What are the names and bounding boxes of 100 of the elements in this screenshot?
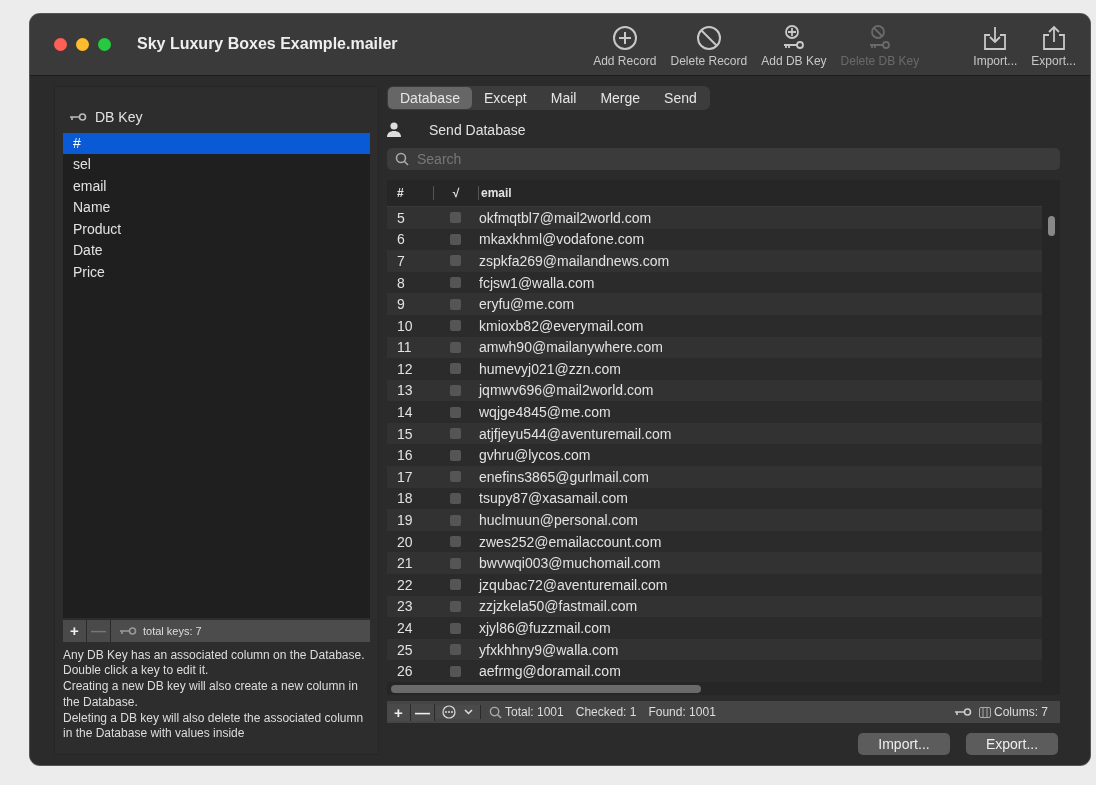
- checkbox[interactable]: [449, 341, 461, 353]
- key-list-item[interactable]: sel: [63, 154, 370, 176]
- toolbar-button[interactable]: Import...: [973, 24, 1018, 68]
- table-row[interactable]: 10 kmioxb82@everymail.com: [387, 314, 1042, 337]
- help-text: Creating a new DB key will also create a new column in the Database.: [63, 679, 359, 711]
- checkbox[interactable]: [449, 514, 461, 526]
- horizontal-scrollbar-thumb[interactable]: [391, 685, 701, 693]
- key-list-item[interactable]: Date: [63, 240, 370, 262]
- row-number: 24: [396, 620, 414, 636]
- table-row[interactable]: 23 zzjzkela50@fastmail.com: [387, 595, 1042, 618]
- toolbar-button[interactable]: Delete Record: [670, 24, 748, 68]
- table-row[interactable]: 8 fcjsw1@walla.com: [387, 271, 1042, 294]
- action-button[interactable]: Import...: [858, 733, 950, 755]
- row-number: 14: [396, 404, 414, 421]
- checkbox[interactable]: [449, 492, 461, 504]
- table-row[interactable]: 15 atjfjeyu544@aventuremail.com: [387, 422, 1042, 445]
- table-row[interactable]: 13 jqmwv696@mail2world.com: [387, 379, 1042, 402]
- zoom-button[interactable]: [98, 37, 111, 51]
- add-key-button[interactable]: +: [63, 619, 87, 642]
- help-text: Deleting a DB key will also delete the associated column in the Database with values inside: [63, 710, 365, 742]
- checkbox[interactable]: [449, 320, 461, 332]
- table-row[interactable]: 5 okfmqtbl7@mail2world.com: [387, 206, 1042, 229]
- table-row[interactable]: 22 jzqubac72@aventuremail.com: [387, 574, 1042, 596]
- key-list-item[interactable]: Product: [63, 218, 370, 241]
- row-number: 9: [396, 296, 406, 313]
- email-cell-text: jzqubac72@aventuremail.com: [477, 576, 669, 593]
- tab[interactable]: Merge: [588, 86, 653, 109]
- column-header[interactable]: email: [479, 185, 1042, 200]
- email-cell-text: zwes252@emailaccount.com: [478, 533, 663, 550]
- vertical-scrollbar-thumb[interactable]: [1048, 215, 1055, 236]
- add-record-button[interactable]: +: [387, 703, 411, 721]
- checkbox[interactable]: [449, 600, 461, 612]
- row-number: 26: [396, 663, 414, 680]
- checkbox[interactable]: [449, 579, 461, 591]
- close-button[interactable]: [54, 37, 67, 51]
- table-row[interactable]: 19 huclmuun@personal.com: [387, 509, 1042, 531]
- checkbox[interactable]: [449, 212, 461, 224]
- email-cell-text: eryfu@me.com: [478, 296, 576, 313]
- tab[interactable]: Database: [388, 86, 472, 109]
- table-row[interactable]: 7 zspkfa269@mailandnews.com: [387, 250, 1042, 272]
- table-row[interactable]: 14 wqjge4845@me.com: [387, 401, 1042, 423]
- table-row[interactable]: 26 aefrmg@doramail.com: [387, 660, 1042, 682]
- column-header[interactable]: #: [387, 185, 433, 200]
- table-row[interactable]: 21 bwvwqi003@muchomail.com: [387, 552, 1042, 575]
- row-number: 11: [396, 339, 413, 356]
- column-header[interactable]: √: [433, 185, 479, 200]
- key-list-item[interactable]: email: [63, 175, 370, 198]
- prohibited-icon: [695, 24, 722, 51]
- toolbar-button[interactable]: Add Record: [593, 24, 657, 68]
- table-row[interactable]: 17 enefins3865@gurlmail.com: [387, 466, 1042, 488]
- key-icon: [119, 626, 137, 635]
- action-button[interactable]: Export...: [966, 733, 1058, 755]
- table-row[interactable]: 12 humevyj021@zzn.com: [387, 358, 1042, 380]
- search-field[interactable]: Search: [387, 147, 1060, 170]
- table-row[interactable]: 11 amwh90@mailanywhere.com: [387, 336, 1042, 359]
- email-cell-text: atjfjeyu544@aventuremail.com: [478, 425, 673, 442]
- tab[interactable]: Mail: [538, 86, 589, 109]
- row-number: 17: [396, 468, 414, 485]
- remove-record-button[interactable]: —: [411, 703, 435, 721]
- email-cell-text: kmioxb82@everymail.com: [478, 317, 645, 334]
- checkbox[interactable]: [449, 233, 461, 245]
- checkbox[interactable]: [449, 557, 461, 569]
- table-row[interactable]: 9 eryfu@me.com: [387, 293, 1042, 315]
- checkbox[interactable]: [449, 449, 461, 461]
- table-row[interactable]: 25 yfxkhhny9@walla.com: [387, 638, 1042, 661]
- checkbox[interactable]: [449, 385, 461, 396]
- checkbox[interactable]: [449, 428, 461, 440]
- row-number: 15: [396, 425, 414, 442]
- row-number: 8: [396, 274, 406, 291]
- more-menu-button[interactable]: [435, 705, 481, 719]
- email-cell-text: xjyl86@fuzzmail.com: [478, 620, 612, 636]
- checkbox[interactable]: [449, 471, 461, 483]
- checkbox[interactable]: [449, 277, 461, 288]
- key-list-item[interactable]: Name: [63, 197, 370, 219]
- toolbar-button[interactable]: Add DB Key: [761, 24, 827, 68]
- table-row[interactable]: 6 mkaxkhml@vodafone.com: [387, 228, 1042, 251]
- tab[interactable]: Except: [471, 86, 539, 109]
- checkbox[interactable]: [449, 644, 461, 656]
- person-icon: [387, 122, 401, 138]
- tab[interactable]: Send: [652, 86, 709, 109]
- minimize-button[interactable]: [76, 37, 89, 51]
- checkbox[interactable]: [449, 363, 461, 375]
- email-cell-text: gvhru@lycos.com: [478, 447, 592, 464]
- checkbox[interactable]: [449, 406, 461, 418]
- email-cell-text: jqmwv696@mail2world.com: [477, 382, 655, 399]
- checkbox[interactable]: [449, 298, 461, 310]
- key-list-item[interactable]: #: [63, 132, 370, 155]
- key-list-item[interactable]: Price: [63, 261, 370, 284]
- table-row[interactable]: 16 gvhru@lycos.com: [387, 444, 1042, 467]
- checkbox[interactable]: [449, 255, 461, 267]
- search-icon: [489, 705, 502, 719]
- checkbox[interactable]: [449, 622, 461, 634]
- row-number: 20: [396, 533, 414, 550]
- table-row[interactable]: 20 zwes252@emailaccount.com: [387, 530, 1042, 553]
- table-row[interactable]: 18 tsupy87@xasamail.com: [387, 487, 1042, 510]
- checkbox[interactable]: [449, 536, 461, 548]
- row-number: 25: [396, 641, 414, 658]
- table-row[interactable]: 24 xjyl86@fuzzmail.com: [387, 617, 1042, 639]
- toolbar-button[interactable]: Export...: [1031, 24, 1076, 68]
- checkbox[interactable]: [449, 665, 461, 677]
